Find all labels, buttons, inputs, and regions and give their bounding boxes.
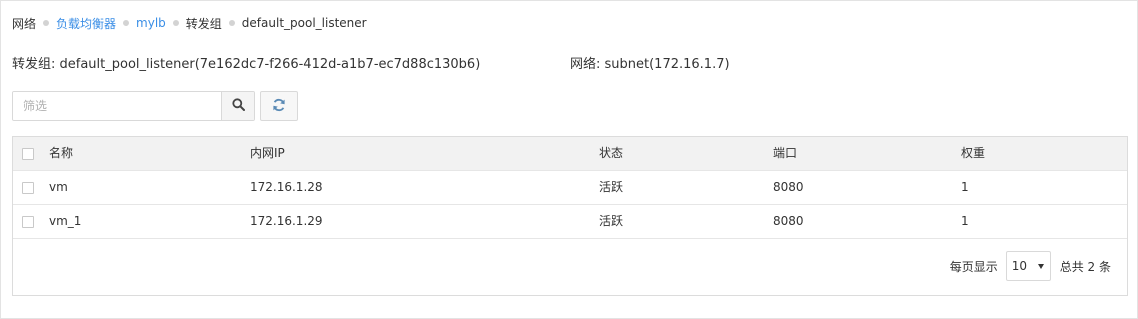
column-header-name: 名称 [49, 146, 74, 160]
column-header-port: 端口 [773, 146, 798, 160]
column-header-status: 状态 [599, 146, 624, 160]
member-port: 8080 [773, 214, 804, 228]
refresh-icon [272, 98, 286, 115]
breadcrumb-current: default_pool_listener [241, 16, 367, 30]
select-all-checkbox[interactable] [22, 148, 34, 160]
page-size-select[interactable]: 10 [1005, 251, 1051, 281]
member-ip: 172.16.1.29 [250, 214, 323, 228]
breadcrumb-separator [172, 20, 179, 26]
breadcrumb: 网络 负载均衡器 mylb 转发组 default_pool_listener [12, 14, 367, 32]
row-checkbox[interactable] [22, 182, 34, 194]
member-name: vm_1 [49, 214, 82, 228]
pool-info-value: default_pool_listener(7e162dc7-f266-412d… [59, 57, 481, 72]
table-row: vm 172.16.1.28 活跃 8080 1 [13, 171, 1127, 205]
filter-input[interactable] [13, 92, 221, 120]
toolbar [12, 91, 298, 121]
member-status: 活跃 [599, 214, 624, 228]
breadcrumb-separator [228, 20, 235, 26]
network-info-label: 网络: [570, 57, 605, 72]
column-header-weight: 权重 [961, 146, 986, 160]
search-box [12, 91, 255, 121]
breadcrumb-separator [123, 20, 130, 26]
members-table: 名称 内网IP 状态 端口 权重 vm 172.16.1.28 活跃 8080 … [12, 136, 1128, 296]
total-count: 总共 2 条 [1059, 259, 1111, 274]
row-checkbox[interactable] [22, 216, 34, 228]
page-size-value: 10 [1011, 259, 1028, 273]
network-info: 网络: subnet(172.16.1.7) [570, 53, 730, 72]
table-header-row: 名称 内网IP 状态 端口 权重 [13, 137, 1127, 171]
breadcrumb-network: 网络 [12, 16, 37, 31]
page-frame: 网络 负载均衡器 mylb 转发组 default_pool_listener … [0, 0, 1138, 319]
member-status: 活跃 [599, 180, 624, 194]
search-icon [231, 98, 245, 114]
refresh-button[interactable] [260, 91, 298, 121]
pool-info-label: 转发组: [12, 57, 60, 72]
column-header-ip: 内网IP [250, 146, 285, 160]
breadcrumb-separator [43, 20, 50, 26]
pagination: 每页显示 10 总共 2 条 [950, 251, 1111, 281]
member-weight: 1 [961, 180, 969, 194]
member-name: vm [49, 180, 68, 194]
breadcrumb-pool: 转发组 [185, 16, 222, 31]
breadcrumb-load-balancer-link[interactable]: 负载均衡器 [56, 15, 116, 32]
table-row: vm_1 172.16.1.29 活跃 8080 1 [13, 205, 1127, 239]
member-weight: 1 [961, 214, 969, 228]
breadcrumb-mylb-link[interactable]: mylb [136, 16, 166, 30]
member-ip: 172.16.1.28 [250, 180, 323, 194]
pool-info: 转发组: default_pool_listener(7e162dc7-f266… [12, 53, 481, 72]
network-info-value: subnet(172.16.1.7) [604, 57, 730, 72]
per-page-label: 每页显示 [949, 259, 998, 274]
member-port: 8080 [773, 180, 804, 194]
search-button[interactable] [221, 92, 254, 120]
caret-down-icon [1037, 263, 1044, 269]
